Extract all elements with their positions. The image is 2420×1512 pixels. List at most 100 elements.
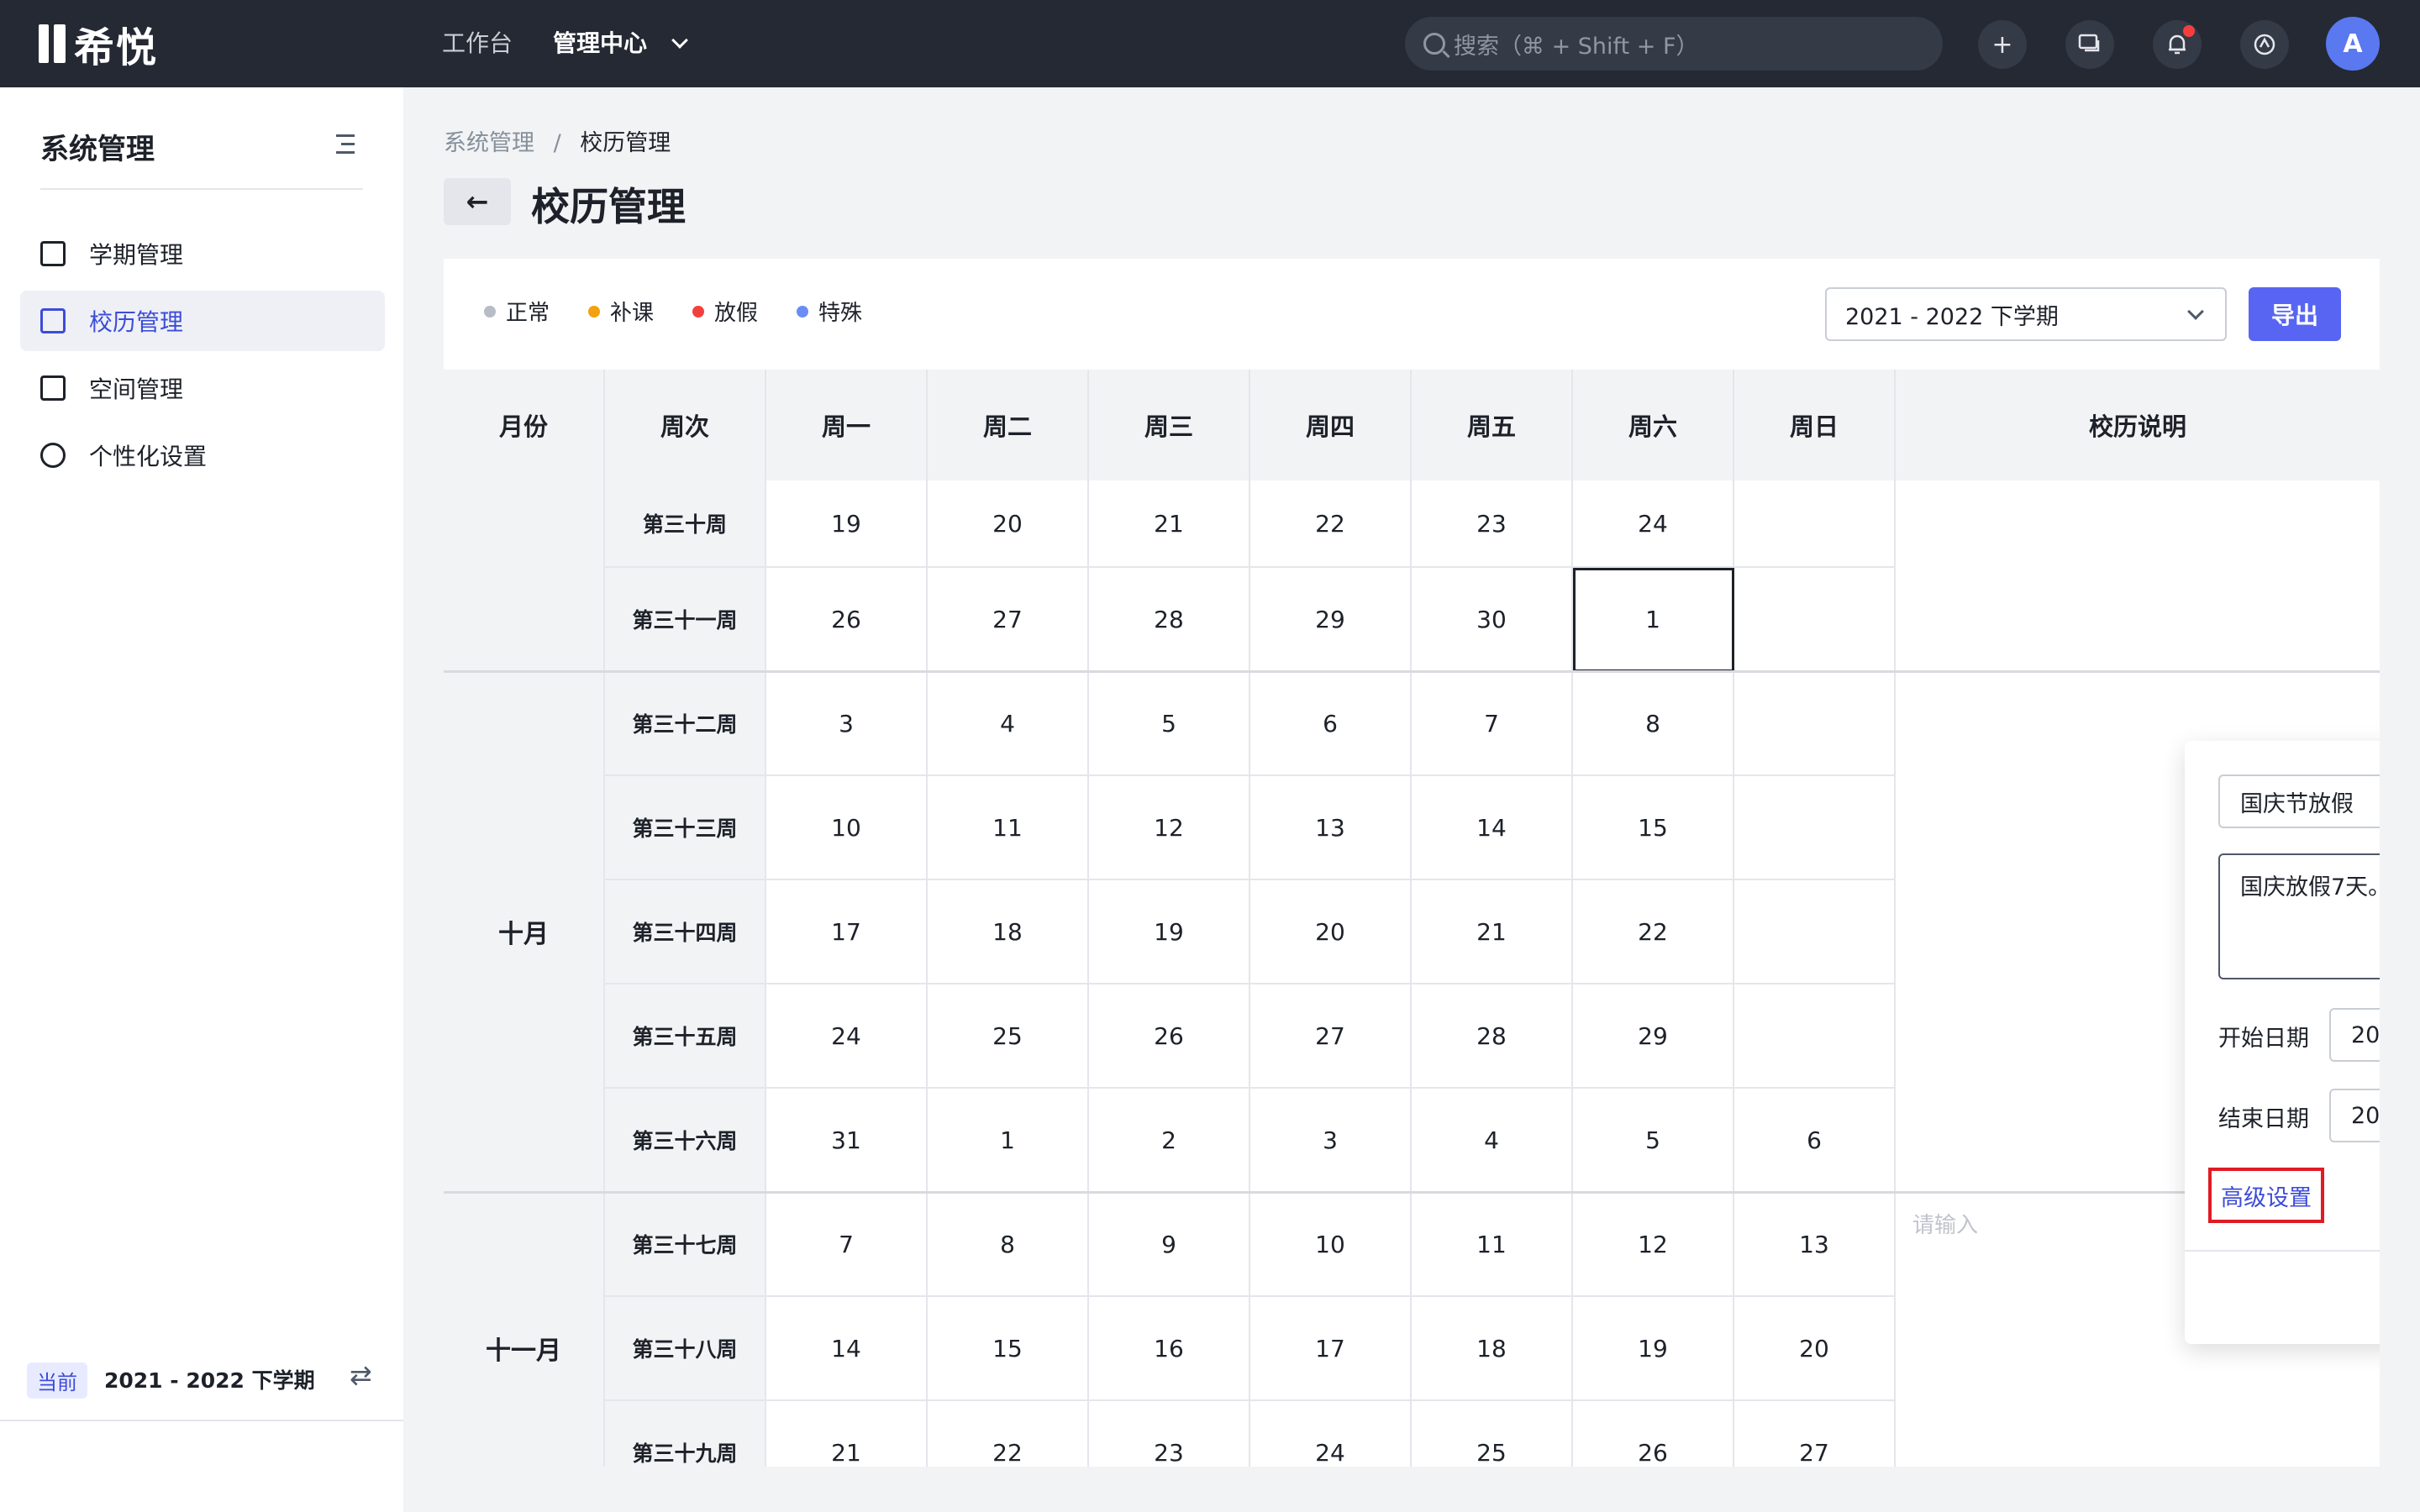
day-cell[interactable]: 17 (1250, 1297, 1412, 1401)
day-cell[interactable]: 22 (1250, 480, 1412, 568)
breadcrumb-separator: / (553, 130, 561, 156)
breadcrumb-parent[interactable]: 系统管理 (444, 130, 534, 156)
messages-button[interactable] (2065, 20, 2114, 69)
app-switch-button[interactable] (2240, 20, 2289, 69)
day-cell[interactable]: 8 (928, 1193, 1089, 1297)
logo-mark-icon (54, 24, 66, 63)
chat-icon (2078, 34, 2100, 52)
nav-workbench[interactable]: 工作台 (442, 25, 513, 59)
day-cell[interactable]: 6 (1250, 672, 1412, 776)
day-cell[interactable]: 28 (1412, 984, 1573, 1089)
day-cell[interactable]: 30 (1412, 568, 1573, 672)
day-cell[interactable]: 18 (1412, 1297, 1573, 1401)
collapse-sidebar-icon[interactable] (331, 134, 355, 155)
global-search[interactable]: 搜索（⌘ + Shift + F） (1405, 17, 1943, 71)
legend-holiday: 放假 (692, 296, 758, 327)
day-cell[interactable]: 11 (928, 776, 1089, 880)
day-cell[interactable]: 27 (1734, 1401, 1896, 1467)
day-cell[interactable]: 4 (928, 672, 1089, 776)
day-cell[interactable]: 7 (766, 1193, 928, 1297)
day-cell[interactable]: 19 (766, 480, 928, 568)
day-cell[interactable]: 20 (1250, 880, 1412, 984)
day-cell[interactable]: 14 (1412, 776, 1573, 880)
day-cell[interactable] (1734, 776, 1896, 880)
day-cell[interactable]: 25 (928, 984, 1089, 1089)
day-cell[interactable]: 24 (1250, 1401, 1412, 1467)
day-cell[interactable]: 26 (766, 568, 928, 672)
day-cell[interactable]: 20 (928, 480, 1089, 568)
brand-logo[interactable]: 希悦 (39, 22, 158, 71)
calendar-note-field[interactable] (1896, 480, 2380, 672)
sidebar-item-school-calendar[interactable]: 校历管理 (20, 291, 385, 351)
day-cell[interactable]: 22 (1573, 880, 1734, 984)
day-cell[interactable]: 21 (766, 1401, 928, 1467)
day-cell[interactable] (1734, 480, 1896, 568)
day-cell[interactable]: 19 (1089, 880, 1250, 984)
day-cell[interactable]: 3 (766, 672, 928, 776)
sidebar-item-personalize[interactable]: 个性化设置 (20, 425, 385, 486)
day-cell[interactable]: 17 (766, 880, 928, 984)
day-cell[interactable]: 20 (1734, 1297, 1896, 1401)
sidebar-item-term[interactable]: 学期管理 (20, 223, 385, 284)
day-cell[interactable]: 28 (1089, 568, 1250, 672)
day-cell[interactable]: 15 (928, 1297, 1089, 1401)
day-cell[interactable]: 15 (1573, 776, 1734, 880)
end-date-picker[interactable]: 2022-10-07 (2329, 1089, 2380, 1142)
day-cell[interactable]: 23 (1089, 1401, 1250, 1467)
day-cell[interactable]: 27 (928, 568, 1089, 672)
day-cell[interactable]: 26 (1573, 1401, 1734, 1467)
day-cell[interactable]: 12 (1089, 776, 1250, 880)
day-cell[interactable]: 13 (1734, 1193, 1896, 1297)
day-cell[interactable]: 9 (1089, 1193, 1250, 1297)
day-cell[interactable]: 23 (1412, 480, 1573, 568)
day-cell[interactable]: 21 (1089, 480, 1250, 568)
day-cell[interactable]: 31 (766, 1089, 928, 1193)
day-cell[interactable]: 8 (1573, 672, 1734, 776)
day-cell[interactable]: 10 (766, 776, 928, 880)
day-cell[interactable]: 7 (1412, 672, 1573, 776)
day-cell[interactable] (1734, 984, 1896, 1089)
event-name-input[interactable]: 国庆节放假 (2218, 774, 2380, 828)
day-cell[interactable]: 10 (1250, 1193, 1412, 1297)
day-cell[interactable]: 5 (1573, 1089, 1734, 1193)
day-cell[interactable]: 6 (1734, 1089, 1896, 1193)
day-cell[interactable]: 2 (1089, 1089, 1250, 1193)
day-cell[interactable]: 27 (1250, 984, 1412, 1089)
export-button[interactable]: 导出 (2249, 287, 2341, 341)
day-cell[interactable]: 24 (1573, 480, 1734, 568)
day-cell[interactable]: 14 (766, 1297, 928, 1401)
day-cell[interactable]: 29 (1573, 984, 1734, 1089)
day-cell[interactable]: 19 (1573, 1297, 1734, 1401)
day-cell[interactable] (1734, 880, 1896, 984)
day-cell[interactable]: 25 (1412, 1401, 1573, 1467)
day-cell[interactable]: 11 (1412, 1193, 1573, 1297)
day-cell[interactable]: 3 (1250, 1089, 1412, 1193)
day-cell[interactable]: 12 (1573, 1193, 1734, 1297)
back-button[interactable]: ← (444, 178, 511, 225)
add-button[interactable]: + (1978, 20, 2027, 69)
term-select[interactable]: 2021 - 2022 下学期 (1825, 287, 2227, 341)
avatar[interactable]: A (2326, 17, 2380, 71)
event-description-textarea[interactable]: 国庆放假7天。 (2218, 853, 2380, 979)
day-cell[interactable]: 21 (1412, 880, 1573, 984)
notifications-button[interactable] (2153, 20, 2202, 69)
day-cell[interactable] (1734, 672, 1896, 776)
day-cell[interactable]: 16 (1089, 1297, 1250, 1401)
day-cell[interactable]: 22 (928, 1401, 1089, 1467)
day-cell[interactable]: 26 (1089, 984, 1250, 1089)
day-cell[interactable]: 4 (1412, 1089, 1573, 1193)
day-cell[interactable]: 5 (1089, 672, 1250, 776)
day-cell[interactable] (1734, 568, 1896, 672)
advanced-settings-link[interactable]: 高级设置 (2208, 1168, 2324, 1223)
day-cell[interactable]: 29 (1250, 568, 1412, 672)
day-cell[interactable]: 1 (1573, 568, 1734, 672)
switch-term-icon[interactable]: ⇄ (350, 1359, 372, 1391)
day-cell[interactable]: 24 (766, 984, 928, 1089)
day-cell[interactable]: 1 (928, 1089, 1089, 1193)
sidebar-item-space[interactable]: 空间管理 (20, 358, 385, 418)
breadcrumb-current: 校历管理 (580, 130, 671, 156)
start-date-picker[interactable]: 2022-10-01 (2329, 1008, 2380, 1062)
nav-admin-center[interactable]: 管理中心 (553, 25, 688, 59)
day-cell[interactable]: 18 (928, 880, 1089, 984)
day-cell[interactable]: 13 (1250, 776, 1412, 880)
